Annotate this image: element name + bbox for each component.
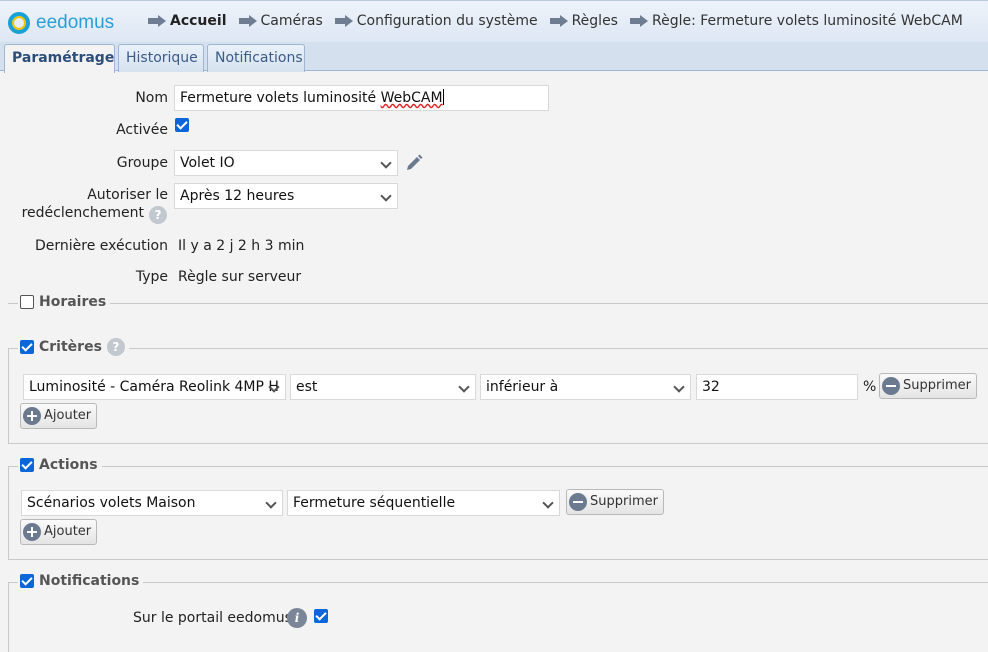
criteres-remove-button[interactable]: Supprimer bbox=[879, 373, 977, 399]
nom-value: Fermeture volets luminosité bbox=[180, 90, 381, 106]
breadcrumb-label: Règle: Fermeture volets luminosité WebCA… bbox=[651, 13, 963, 29]
breadcrumb-label: Règles bbox=[571, 13, 618, 29]
remove-button-label: Supprimer bbox=[590, 494, 658, 509]
breadcrumb-label: Caméras bbox=[260, 13, 323, 29]
actions-legend-label: Actions bbox=[39, 457, 98, 473]
actions-device-select[interactable]: Scénarios volets Maison bbox=[21, 490, 283, 516]
criteres-operator-value: est bbox=[296, 379, 318, 395]
actions-legend[interactable]: Actions bbox=[18, 457, 102, 473]
horaires-checkbox[interactable] bbox=[20, 295, 34, 309]
nom-label: Nom bbox=[135, 90, 168, 106]
criteres-unit: % bbox=[863, 379, 877, 395]
plus-circle-icon bbox=[23, 407, 41, 425]
tab-notifications[interactable]: Notifications bbox=[207, 44, 305, 72]
breadcrumb-label: Configuration du système bbox=[356, 13, 538, 29]
logo-text: eedomus bbox=[36, 12, 115, 33]
nom-value-misspelled: WebCAM bbox=[380, 90, 443, 106]
nom-input[interactable]: Fermeture volets luminosité WebCAM bbox=[174, 85, 549, 111]
activee-label: Activée bbox=[116, 122, 168, 138]
groupe-label: Groupe bbox=[116, 155, 168, 171]
tab-parametrage[interactable]: Paramétrage bbox=[4, 44, 115, 73]
criteres-value: 32 bbox=[702, 379, 720, 395]
chevron-down-icon bbox=[265, 375, 285, 399]
redeclenchement-value: Après 12 heures bbox=[180, 188, 295, 204]
breadcrumb-label: Accueil bbox=[170, 13, 227, 29]
breadcrumb: Accueil Caméras Configuration du système… bbox=[148, 13, 975, 29]
notifications-legend[interactable]: Notifications bbox=[18, 573, 144, 589]
criteres-device-select[interactable]: Luminosité - Caméra Reolink 4MP H bbox=[23, 374, 286, 400]
chevron-down-icon bbox=[377, 151, 397, 175]
pencil-edit-icon[interactable] bbox=[404, 153, 424, 173]
criteres-add-button[interactable]: Ajouter bbox=[20, 403, 98, 429]
tab-historique[interactable]: Historique bbox=[118, 44, 204, 72]
help-icon[interactable]: ? bbox=[106, 338, 125, 356]
criteres-device-value: Luminosité - Caméra Reolink 4MP H bbox=[29, 379, 279, 395]
breadcrumb-item-regles[interactable]: Règles bbox=[549, 13, 618, 29]
chevron-down-icon bbox=[539, 491, 559, 515]
activee-checkbox[interactable] bbox=[175, 118, 189, 132]
groupe-value: Volet IO bbox=[180, 155, 235, 171]
breadcrumb-item-configuration[interactable]: Configuration du système bbox=[334, 13, 538, 29]
redeclenchement-label-line1: Autoriser le bbox=[87, 187, 168, 203]
actions-action-value: Fermeture séquentielle bbox=[293, 495, 456, 511]
criteres-value-input[interactable]: 32 bbox=[696, 374, 858, 400]
criteres-checkbox[interactable] bbox=[20, 340, 34, 354]
criteres-comparator-value: inférieur à bbox=[486, 379, 559, 395]
breadcrumb-item-cameras[interactable]: Caméras bbox=[238, 13, 323, 29]
chevron-down-icon bbox=[262, 491, 282, 515]
minus-circle-icon bbox=[569, 493, 587, 511]
text-caret bbox=[442, 89, 444, 105]
groupe-select[interactable]: Volet IO bbox=[174, 150, 398, 176]
derniere-execution-label: Dernière exécution bbox=[34, 238, 168, 254]
horaires-legend[interactable]: Horaires bbox=[18, 294, 111, 310]
chevron-down-icon bbox=[377, 184, 397, 208]
criteres-operator-select[interactable]: est bbox=[290, 374, 476, 400]
redeclenchement-select[interactable]: Après 12 heures bbox=[174, 183, 398, 209]
criteres-legend-label: Critères bbox=[39, 339, 102, 355]
actions-action-select[interactable]: Fermeture séquentielle bbox=[287, 490, 560, 516]
plus-circle-icon bbox=[23, 523, 41, 541]
actions-checkbox[interactable] bbox=[20, 458, 34, 472]
arrow-right-icon bbox=[148, 15, 166, 27]
add-button-label: Ajouter bbox=[44, 524, 92, 539]
derniere-execution-value: Il y a 2 j 2 h 3 min bbox=[178, 238, 305, 254]
breadcrumb-item-current-rule: Règle: Fermeture volets luminosité WebCA… bbox=[629, 13, 963, 29]
logo-ring-icon bbox=[8, 12, 30, 34]
criteres-legend[interactable]: Critères ? bbox=[18, 338, 129, 356]
criteres-comparator-select[interactable]: inférieur à bbox=[480, 374, 691, 400]
type-value: Règle sur serveur bbox=[178, 269, 302, 285]
horaires-legend-label: Horaires bbox=[39, 294, 107, 310]
horaires-fieldset bbox=[8, 303, 988, 304]
portail-label: Sur le portail eedomus bbox=[133, 610, 292, 626]
info-icon[interactable]: i bbox=[287, 608, 307, 628]
arrow-right-icon bbox=[549, 15, 568, 27]
eedomus-logo[interactable]: eedomus bbox=[8, 10, 114, 36]
remove-button-label: Supprimer bbox=[903, 378, 971, 393]
arrow-right-icon bbox=[334, 15, 353, 27]
redeclenchement-label-line2: redéclenchement bbox=[21, 205, 144, 221]
type-label: Type bbox=[135, 269, 168, 285]
arrow-right-icon bbox=[629, 15, 648, 27]
portail-checkbox[interactable] bbox=[314, 609, 328, 623]
notifications-checkbox[interactable] bbox=[20, 574, 34, 588]
breadcrumb-item-accueil[interactable]: Accueil bbox=[148, 13, 227, 29]
actions-device-value: Scénarios volets Maison bbox=[27, 495, 196, 511]
notifications-legend-label: Notifications bbox=[39, 573, 140, 589]
minus-circle-icon bbox=[882, 377, 900, 395]
actions-add-button[interactable]: Ajouter bbox=[20, 519, 98, 545]
arrow-right-icon bbox=[238, 15, 257, 27]
top-bar: eedomus Accueil Caméras Configuration du… bbox=[0, 0, 988, 42]
add-button-label: Ajouter bbox=[44, 408, 92, 423]
help-icon[interactable]: ? bbox=[149, 206, 167, 224]
tab-bar: Paramétrage Historique Notifications bbox=[0, 42, 988, 73]
actions-remove-button[interactable]: Supprimer bbox=[566, 489, 664, 515]
chevron-down-icon bbox=[455, 375, 475, 399]
chevron-down-icon bbox=[670, 375, 690, 399]
